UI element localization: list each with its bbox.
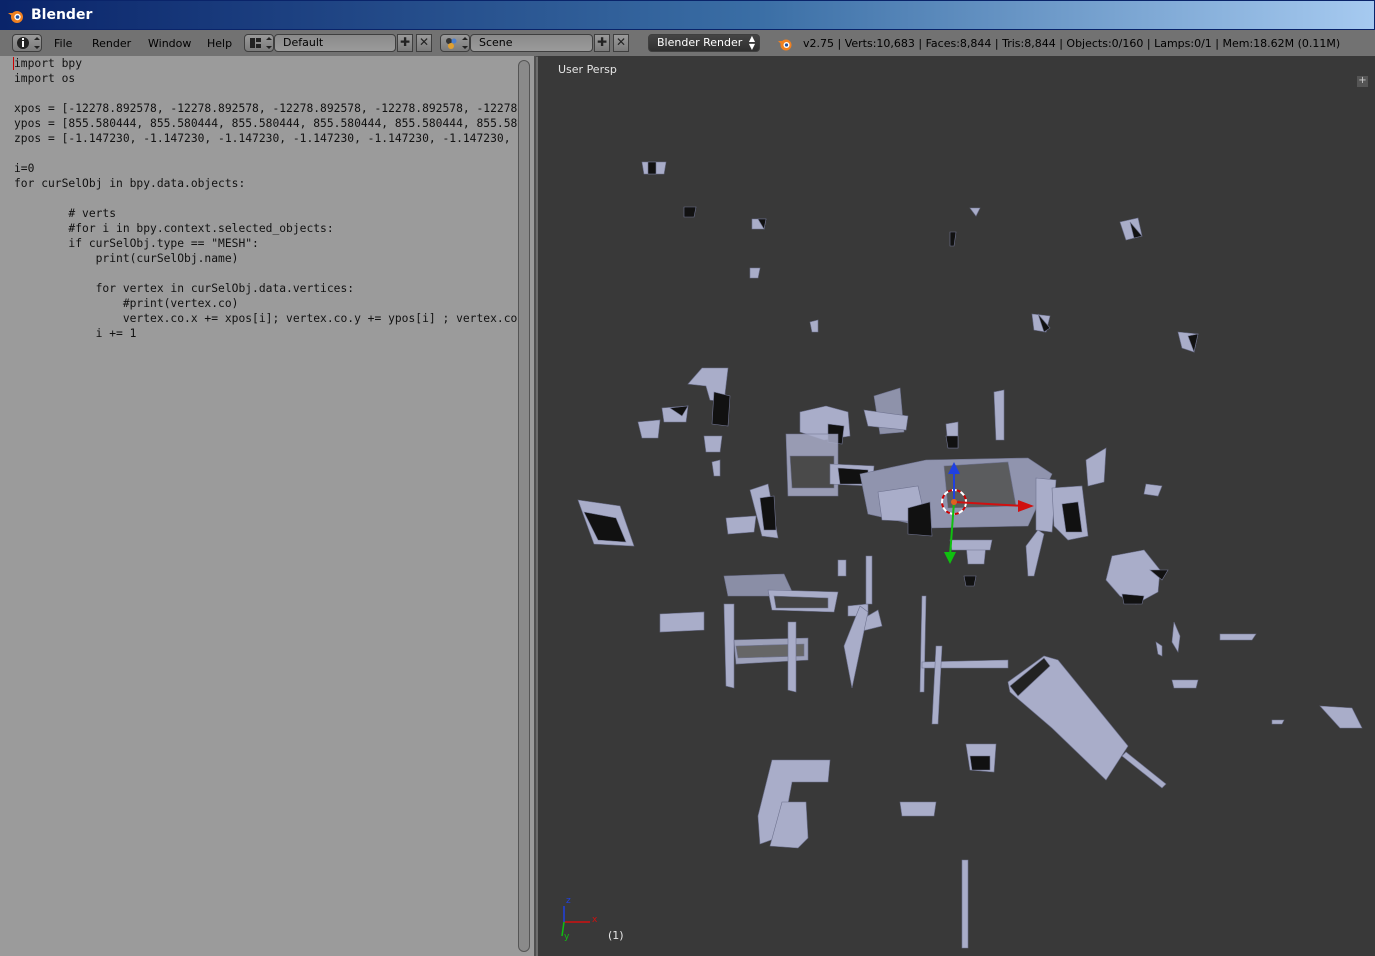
toolshelf-toggle-plus-icon[interactable]: + bbox=[1357, 76, 1368, 87]
axis-label-x: x bbox=[592, 915, 598, 925]
code-line[interactable]: zpos = [-1.147230, -1.147230, -1.147230,… bbox=[14, 131, 518, 146]
script-text[interactable]: import bpy import os xpos = [-12278.89257… bbox=[14, 56, 518, 341]
code-line[interactable]: print(curSelObj.name) bbox=[14, 251, 518, 266]
axis-label-y: y bbox=[564, 932, 570, 942]
axis-label-z: z bbox=[566, 896, 571, 906]
code-line[interactable] bbox=[14, 266, 518, 281]
text-scrollbar[interactable] bbox=[518, 60, 530, 952]
scene-selector[interactable] bbox=[440, 34, 470, 52]
dropdown-arrows-icon: ▲ ▼ bbox=[748, 34, 755, 51]
scene-icon bbox=[446, 37, 468, 49]
code-line[interactable]: #for i in bpy.context.selected_objects: bbox=[14, 221, 518, 236]
editor-type-button[interactable] bbox=[12, 34, 42, 52]
screen-layout-name[interactable]: Default bbox=[274, 34, 396, 52]
code-line[interactable]: for vertex in curSelObj.data.vertices: bbox=[14, 281, 518, 296]
code-line[interactable]: vertex.co.x += xpos[i]; vertex.co.y += y… bbox=[14, 311, 518, 326]
render-engine-label: Blender Render bbox=[657, 36, 743, 49]
scene-statistics: v2.75 | Verts:10,683 | Faces:8,844 | Tri… bbox=[803, 37, 1341, 50]
code-line[interactable]: ypos = [855.580444, 855.580444, 855.5804… bbox=[14, 116, 518, 131]
code-line[interactable]: for curSelObj in bpy.data.objects: bbox=[14, 176, 518, 191]
render-engine-dropdown[interactable]: Blender Render ▲ ▼ bbox=[648, 34, 760, 52]
code-line[interactable]: i=0 bbox=[14, 161, 518, 176]
blender-logo-icon bbox=[8, 11, 23, 23]
code-line[interactable] bbox=[14, 191, 518, 206]
code-line[interactable]: if curSelObj.type == "MESH": bbox=[14, 236, 518, 251]
3d-viewport[interactable]: User Persp z x y (1) + bbox=[538, 56, 1375, 956]
code-line[interactable] bbox=[14, 86, 518, 101]
remove-screen-button[interactable]: ✕ bbox=[416, 34, 432, 52]
info-icon bbox=[17, 37, 40, 49]
add-scene-button[interactable]: ✚ bbox=[594, 34, 610, 52]
code-line[interactable] bbox=[14, 146, 518, 161]
scene-name[interactable]: Scene bbox=[470, 34, 593, 52]
text-editor[interactable]: import bpy import os xpos = [-12278.89257… bbox=[0, 56, 536, 956]
code-line[interactable]: import os bbox=[14, 71, 518, 86]
code-line[interactable]: xpos = [-12278.892578, -12278.892578, -1… bbox=[14, 101, 518, 116]
add-screen-button[interactable]: ✚ bbox=[397, 34, 413, 52]
window-title: Blender bbox=[31, 7, 93, 23]
menu-help[interactable]: Help bbox=[207, 37, 232, 50]
viewport-label: User Persp bbox=[558, 63, 617, 76]
menu-file[interactable]: File bbox=[54, 37, 72, 50]
code-line[interactable]: #print(vertex.co) bbox=[14, 296, 518, 311]
screen-layout-selector[interactable] bbox=[244, 34, 274, 52]
menu-window[interactable]: Window bbox=[148, 37, 191, 50]
info-header: File Render Window Help Default ✚ ✕ Scen… bbox=[0, 30, 1375, 57]
code-line[interactable]: i += 1 bbox=[14, 326, 518, 341]
menu-render[interactable]: Render bbox=[92, 37, 131, 50]
code-line[interactable]: # verts bbox=[14, 206, 518, 221]
frame-number: (1) bbox=[608, 929, 624, 942]
remove-scene-button[interactable]: ✕ bbox=[613, 34, 629, 52]
layout-icon bbox=[250, 37, 272, 49]
window-titlebar: Blender bbox=[0, 0, 1375, 30]
blender-version-icon bbox=[778, 39, 792, 51]
code-line[interactable]: import bpy bbox=[14, 56, 518, 71]
